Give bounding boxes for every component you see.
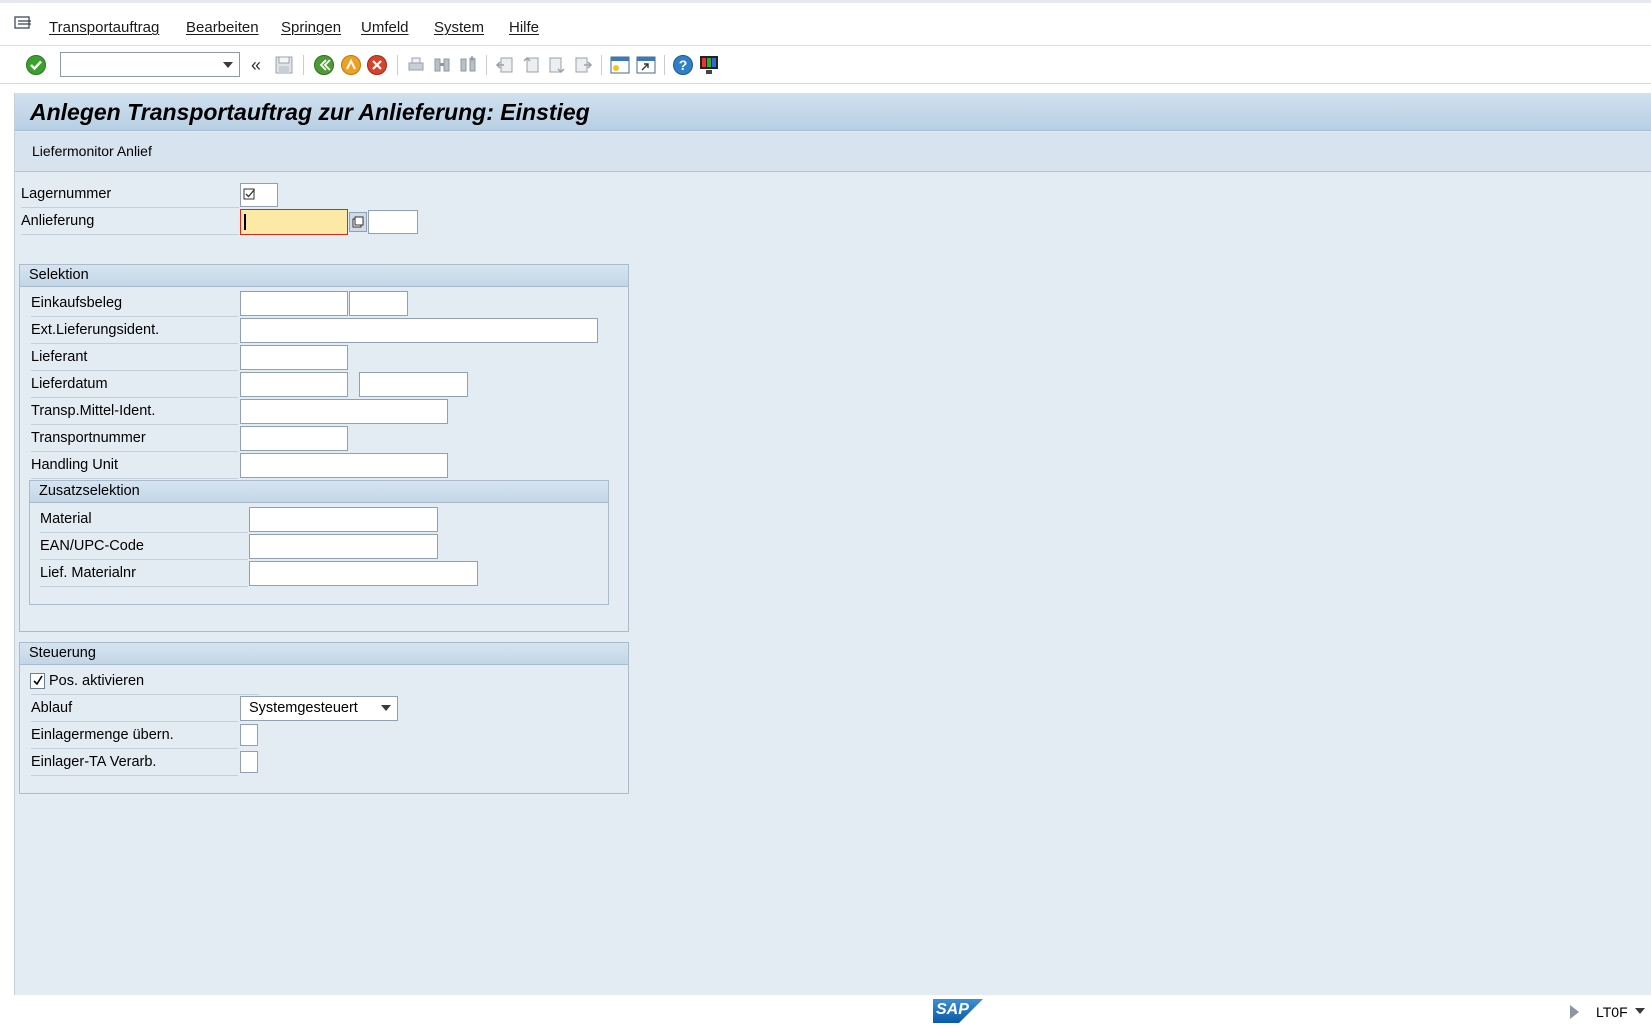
shortcut-icon[interactable] bbox=[635, 54, 657, 76]
menu-system[interactable]: System bbox=[434, 19, 484, 36]
sap-logo: SAP bbox=[933, 999, 983, 1023]
transportnummer-input[interactable] bbox=[240, 426, 348, 451]
enter-icon[interactable] bbox=[25, 54, 47, 76]
transportnummer-label: Transportnummer bbox=[31, 430, 146, 446]
lieferdatum-from-input[interactable] bbox=[240, 372, 348, 397]
ext-lieferungsident-label: Ext.Lieferungsident. bbox=[31, 322, 160, 338]
ablauf-label: Ablauf bbox=[31, 700, 73, 716]
save-icon[interactable] bbox=[273, 54, 295, 76]
previous-page-icon[interactable] bbox=[520, 54, 542, 76]
lieferant-label: Lieferant bbox=[31, 349, 88, 365]
next-page-icon[interactable] bbox=[546, 54, 568, 76]
transp-mittel-label: Transp.Mittel-Ident. bbox=[31, 403, 156, 419]
ablauf-select[interactable]: Systemgesteuert bbox=[240, 696, 398, 721]
help-icon[interactable]: ? bbox=[672, 54, 694, 76]
first-page-icon[interactable] bbox=[494, 54, 516, 76]
lief-materialnr-input[interactable] bbox=[249, 561, 478, 586]
handling-unit-input[interactable] bbox=[240, 453, 448, 478]
new-session-icon[interactable] bbox=[609, 54, 631, 76]
pos-aktivieren-label[interactable]: Pos. aktivieren bbox=[49, 673, 144, 689]
text-cursor bbox=[244, 214, 246, 230]
layout-icon[interactable] bbox=[698, 54, 720, 76]
collapse-icon[interactable]: « bbox=[245, 54, 267, 76]
cancel-icon[interactable] bbox=[366, 54, 388, 76]
print-icon[interactable] bbox=[405, 54, 427, 76]
transaction-code: LT0F bbox=[1596, 1004, 1628, 1020]
einlagermenge-label: Einlagermenge übern. bbox=[31, 727, 174, 743]
menu-umfeld[interactable]: Umfeld bbox=[361, 19, 409, 36]
einlager-ta-label: Einlager-TA Verarb. bbox=[31, 754, 157, 770]
ean-upc-input[interactable] bbox=[249, 534, 438, 559]
menu-icon[interactable] bbox=[14, 15, 34, 31]
menu-hilfe[interactable]: Hilfe bbox=[509, 19, 539, 36]
value-help-icon[interactable] bbox=[349, 212, 367, 232]
lagernummer-input[interactable] bbox=[240, 183, 278, 207]
transp-mittel-input[interactable] bbox=[240, 399, 448, 424]
handling-unit-label: Handling Unit bbox=[31, 457, 119, 473]
status-bar: SAP LT0F bbox=[0, 995, 1651, 1029]
material-input[interactable] bbox=[249, 507, 438, 532]
checkmark-icon bbox=[32, 675, 43, 686]
exit-icon[interactable] bbox=[340, 54, 362, 76]
liefermonitor-button[interactable]: Liefermonitor Anlief bbox=[32, 143, 152, 159]
selektion-title: Selektion bbox=[29, 267, 89, 283]
einlager-ta-checkbox[interactable] bbox=[240, 751, 258, 773]
einkaufsbeleg-position-input[interactable] bbox=[349, 291, 408, 316]
lieferdatum-label: Lieferdatum bbox=[31, 376, 108, 392]
page-title: Anlegen Transportauftrag zur Anlieferung… bbox=[30, 99, 590, 125]
last-page-icon[interactable] bbox=[572, 54, 594, 76]
lieferdatum-to-input[interactable] bbox=[359, 372, 468, 397]
pos-aktivieren-checkbox[interactable] bbox=[30, 673, 45, 689]
menu-bar: Transportauftrag Bearbeiten Springen Umf… bbox=[0, 0, 1651, 46]
svg-text:?: ? bbox=[679, 57, 688, 73]
anlieferung-label: Anlieferung bbox=[21, 213, 95, 229]
anlieferung-input[interactable] bbox=[240, 209, 348, 235]
einlagermenge-checkbox[interactable] bbox=[240, 724, 258, 746]
material-label: Material bbox=[40, 511, 92, 527]
lieferant-input[interactable] bbox=[240, 345, 348, 370]
lagernummer-label: Lagernummer bbox=[21, 186, 112, 202]
required-check-icon bbox=[243, 188, 255, 200]
ext-lieferungsident-input[interactable] bbox=[240, 318, 598, 343]
lief-materialnr-label: Lief. Materialnr bbox=[40, 565, 136, 581]
menu-transportauftrag[interactable]: Transportauftrag bbox=[49, 19, 159, 36]
steuerung-title: Steuerung bbox=[29, 645, 96, 661]
command-field[interactable] bbox=[60, 52, 240, 77]
einkaufsbeleg-input[interactable] bbox=[240, 291, 348, 316]
einkaufsbeleg-label: Einkaufsbeleg bbox=[31, 295, 123, 311]
find-icon[interactable] bbox=[431, 54, 453, 76]
play-icon[interactable] bbox=[1570, 1005, 1579, 1019]
zusatzselektion-title: Zusatzselektion bbox=[39, 483, 140, 499]
standard-toolbar: « ? bbox=[0, 46, 1651, 84]
ean-upc-label: EAN/UPC-Code bbox=[40, 538, 144, 554]
menu-springen[interactable]: Springen bbox=[281, 19, 341, 36]
find-next-icon[interactable] bbox=[457, 54, 479, 76]
menu-bearbeiten[interactable]: Bearbeiten bbox=[186, 19, 259, 36]
application-toolbar: Liefermonitor Anlief bbox=[15, 132, 1651, 172]
chevron-down-icon[interactable] bbox=[1635, 1008, 1645, 1014]
anlieferung-position-input[interactable] bbox=[368, 210, 418, 234]
back-icon[interactable] bbox=[313, 54, 335, 76]
chevron-down-icon[interactable] bbox=[381, 705, 391, 711]
title-bar: Anlegen Transportauftrag zur Anlieferung… bbox=[15, 93, 1651, 131]
chevron-down-icon[interactable] bbox=[223, 62, 233, 68]
